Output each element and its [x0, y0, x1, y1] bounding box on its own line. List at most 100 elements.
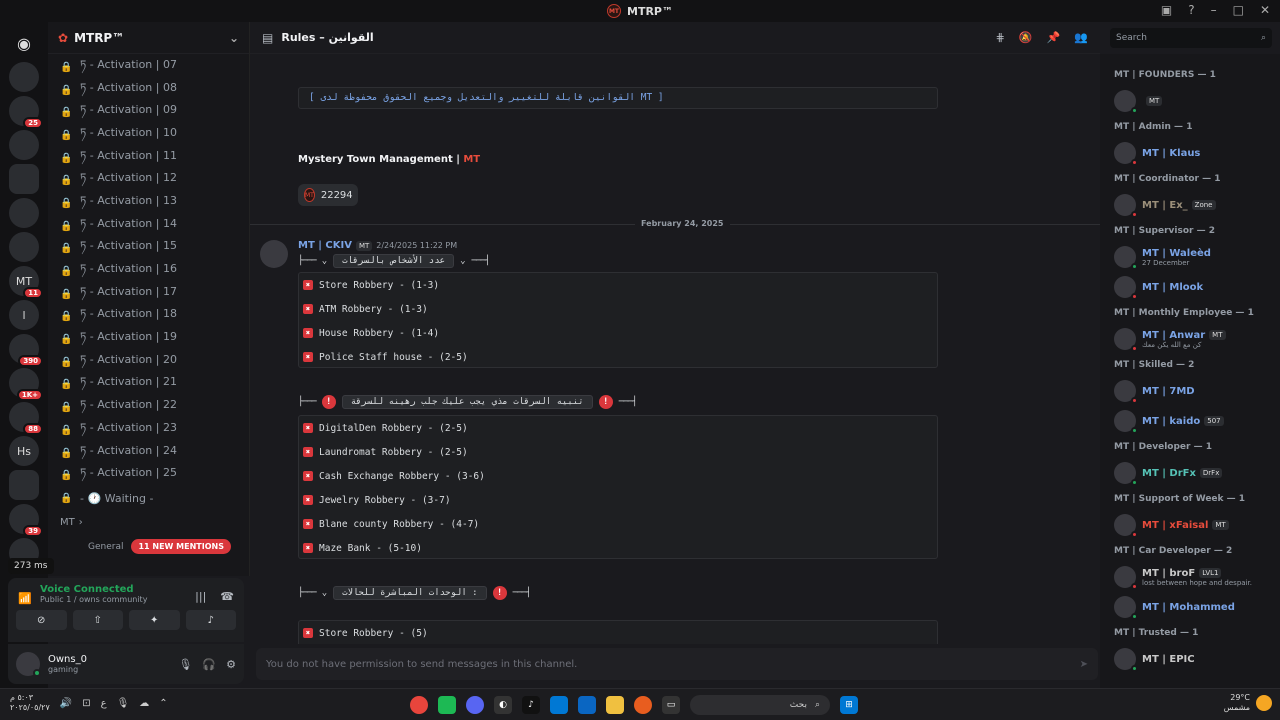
activities-button[interactable]: ✦ — [129, 610, 180, 630]
unread-badge: 25 — [23, 117, 43, 129]
server-icon[interactable] — [9, 470, 39, 500]
server-icon[interactable]: 39 — [9, 504, 43, 537]
member-item[interactable]: MT | Ex_ Zone — [1114, 190, 1266, 220]
screen-share-button[interactable]: ⇧ — [72, 610, 123, 630]
mic-icon[interactable]: 🎙 — [178, 658, 192, 671]
member-item[interactable]: MT | EPIC — [1114, 644, 1266, 674]
headphones-icon[interactable]: 🎧 — [202, 658, 216, 671]
file-explorer-icon[interactable] — [606, 696, 624, 714]
date-separator: February 24, 2025 — [635, 219, 730, 228]
network-icon[interactable]: ⊡ — [82, 698, 90, 709]
member-item[interactable]: MT | Anwar MT كن مع الله يكن معك — [1114, 324, 1266, 354]
discord-taskbar-icon[interactable] — [466, 696, 484, 714]
send-icon: ➤ — [1079, 658, 1088, 670]
member-item[interactable]: MT | Waleèd 27 December — [1114, 242, 1266, 272]
server-icon[interactable] — [9, 232, 39, 262]
windows-start-icon[interactable]: ⊞ — [840, 696, 858, 714]
mute-bell-icon[interactable]: 🔕 — [1019, 31, 1033, 44]
server-icon[interactable]: MT 11 — [9, 266, 43, 299]
discord-home-icon[interactable]: ◉ — [9, 28, 39, 58]
taskbar-search[interactable]: بحث ⌕ — [690, 695, 830, 715]
lock-icon: 🔒 — [60, 334, 73, 346]
server-icon[interactable] — [9, 130, 39, 160]
server-icon: ✿ — [58, 30, 69, 45]
chrome-icon[interactable] — [410, 696, 428, 714]
member-list-icon[interactable]: 👥 — [1074, 31, 1088, 44]
server-icon[interactable]: l — [9, 300, 39, 330]
member-name: MT | 7MD — [1142, 385, 1195, 397]
user-info[interactable]: Owns_0 gaming — [48, 654, 87, 674]
message-composer[interactable]: You do not have permission to send messa… — [256, 648, 1098, 680]
server-icon[interactable]: 25 — [9, 96, 43, 129]
member-item[interactable]: MT — [1114, 86, 1266, 116]
volume-icon[interactable]: 🔊 — [60, 698, 72, 709]
sidebar-item-channel[interactable]: 🔒 ཏ - Activation | 25 — [56, 464, 241, 487]
language-icon[interactable]: ع — [101, 698, 107, 709]
noise-suppression-icon[interactable]: ||| — [195, 590, 206, 603]
status-icon — [1131, 531, 1138, 538]
pin-icon[interactable]: 📌 — [1047, 31, 1061, 44]
gear-icon[interactable]: ⚙ — [226, 658, 236, 671]
category-general[interactable]: General — [88, 542, 123, 552]
ping-tooltip: 273 ms — [8, 558, 54, 574]
avatar[interactable] — [16, 652, 41, 677]
server-icon[interactable]: 88 — [9, 402, 43, 435]
lock-icon: 🔒 — [60, 61, 73, 73]
member-item[interactable]: MT | Klaus — [1114, 138, 1266, 168]
member-item[interactable]: MT | DrFx DrFx — [1114, 458, 1266, 488]
server-header[interactable]: ✿ MTRP™ ⌄ — [48, 22, 249, 54]
disconnect-icon[interactable]: ☎ — [220, 590, 234, 603]
inbox-icon[interactable]: ▣ — [1161, 3, 1172, 17]
member-item[interactable]: MT | kaido 507 — [1114, 406, 1266, 436]
member-item[interactable]: MT | xFaisal MT — [1114, 510, 1266, 540]
new-mentions-pill[interactable]: 11 NEW MENTIONS — [131, 539, 231, 555]
member-name: MT | Ex_ — [1142, 199, 1188, 211]
threads-icon[interactable]: ⋕ — [996, 31, 1005, 44]
cloud-icon[interactable]: ☁ — [139, 698, 149, 709]
server-icon[interactable] — [9, 164, 39, 194]
member-item[interactable]: MT | Mlook — [1114, 272, 1266, 302]
mic-tray-icon[interactable]: 🎙 — [117, 698, 130, 709]
server-icon[interactable]: 390 — [9, 334, 43, 367]
signal-icon[interactable]: 📶 — [18, 592, 32, 605]
server-icon[interactable]: 1K+ — [9, 368, 43, 401]
app-window-icon[interactable]: ▭ — [662, 696, 680, 714]
help-icon[interactable]: ? — [1188, 3, 1194, 17]
author-name[interactable]: MT | CKIV — [298, 240, 352, 251]
role-header: MT | Coordinator — 1 — [1114, 174, 1221, 184]
member-item[interactable]: MT | 7MD — [1114, 376, 1266, 406]
steam-icon[interactable]: ◐ — [494, 696, 512, 714]
search-input[interactable]: Search ⌕ — [1110, 28, 1272, 48]
tiktok-icon[interactable]: ♪ — [522, 696, 540, 714]
chevron-up-icon[interactable]: ⌃ — [159, 698, 167, 709]
chevron-down-icon[interactable]: ⌄ — [229, 31, 239, 45]
clock[interactable]: ٥:٠٣ م ٢٠٢٥/٠٥/٢٧ — [10, 693, 50, 713]
member-item[interactable]: MT | broF LVL1 lost between hope and despa… — [1114, 562, 1266, 592]
channel-label: ཏ - Activation | 25 — [80, 466, 177, 480]
author-avatar[interactable] — [260, 240, 288, 268]
member-tag: MT — [1212, 520, 1229, 530]
username: Owns_0 — [48, 654, 87, 665]
brave-icon[interactable] — [634, 696, 652, 714]
member-item[interactable]: MT | Mohammed — [1114, 592, 1266, 622]
server-icon[interactable] — [9, 62, 39, 92]
lock-icon: 🔒 — [60, 447, 73, 459]
maximize-button[interactable]: □ — [1233, 3, 1244, 17]
minimize-button[interactable]: – — [1211, 3, 1217, 17]
server-icon[interactable] — [9, 198, 39, 228]
soundboard-button[interactable]: ♪ — [185, 610, 236, 630]
window-title: MTRP™ — [627, 4, 673, 18]
outlook-icon[interactable] — [550, 696, 568, 714]
unread-badge: 11 — [23, 287, 43, 299]
reaction-chip[interactable]: MT 22294 — [298, 184, 358, 206]
close-button[interactable]: ✕ — [1260, 3, 1270, 17]
weather-widget[interactable]: 29°C مشمس — [1224, 693, 1272, 713]
lock-icon: 🔒 — [60, 424, 73, 436]
app-green-icon[interactable] — [438, 696, 456, 714]
server-icon-label: MT — [15, 274, 33, 288]
member-info: MT | 7MD — [1142, 386, 1195, 397]
camera-off-button[interactable]: ⊘ — [16, 610, 67, 630]
server-icon[interactable]: Hs — [9, 436, 39, 466]
category-mt[interactable]: MT › — [56, 512, 249, 534]
store-icon[interactable] — [578, 696, 596, 714]
